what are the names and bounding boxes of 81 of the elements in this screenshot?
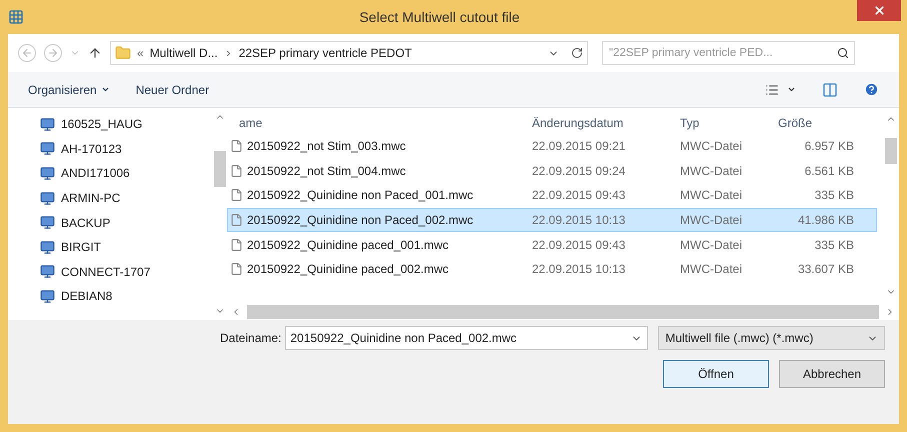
- size-cell-text: 335 KB: [814, 187, 854, 204]
- breadcrumb[interactable]: Multiwell D...: [150, 44, 218, 62]
- file-name: 20150922_Quinidine non Paced_001.mwc: [247, 187, 474, 204]
- size-cell-text: 335 KB: [814, 236, 854, 254]
- breadcrumb[interactable]: 22SEP primary ventricle PEDOT: [238, 44, 412, 62]
- size-cell-text: 41.986 KB: [796, 212, 854, 230]
- type-cell-text: MWC-Datei: [679, 261, 743, 278]
- file-icon: [230, 188, 243, 202]
- file-icon: [230, 238, 243, 252]
- nav-item[interactable]: BACKUP: [40, 210, 213, 235]
- type-cell-text: MWC-Datei: [679, 236, 743, 254]
- file-name: 20150922_not Stim_004.mwc: [247, 162, 406, 180]
- folder-icon: [115, 45, 131, 61]
- filetype-dropdown[interactable]: Multiwell file (.mwc) (*.mwc): [658, 326, 885, 350]
- date-cell-text: 22.09.2015 09:24: [531, 162, 626, 180]
- computer-icon: [40, 264, 55, 280]
- nav-item[interactable]: BIRGIT: [40, 234, 213, 260]
- column-header[interactable]: Größe: [770, 114, 861, 132]
- computer-icon: [40, 215, 55, 230]
- up-icon[interactable]: [88, 46, 102, 60]
- file-name: 20150922_Quinidine non Paced_002.mwc: [247, 212, 474, 230]
- file-icon: [230, 213, 243, 228]
- search-icon: [837, 47, 849, 59]
- file-icon: [230, 139, 243, 154]
- view-caret-icon[interactable]: [787, 85, 796, 94]
- computer-icon: [40, 166, 55, 181]
- date-cell-text: 22.09.2015 09:43: [531, 187, 626, 204]
- date-cell-text: 22.09.2015 10:13: [531, 212, 626, 230]
- app-icon: [8, 9, 24, 25]
- address-bar[interactable]: « Multiwell D... 22SEP primary ventricle PEDOT: [110, 41, 588, 65]
- close-button[interactable]: [857, 0, 901, 21]
- column-header[interactable]: Änderungsdatum: [527, 114, 670, 132]
- computer-icon: [40, 240, 55, 255]
- file-row[interactable]: 20150922_not Stim_003.mwc 22.09.2015 09:21 MWC-Datei 6.957 KB: [227, 134, 877, 159]
- computer-icon: [40, 141, 55, 156]
- size-cell-text: 6.561 KB: [804, 162, 854, 180]
- nav-item[interactable]: CONNECT-1707: [40, 260, 213, 284]
- column-header[interactable]: ame: [227, 114, 527, 132]
- type-cell-text: MWC-Datei: [679, 138, 743, 156]
- file-row[interactable]: 20150922_not Stim_004.mwc 22.09.2015 09:24 MWC-Datei 6.561 KB: [227, 158, 877, 184]
- help-icon[interactable]: [864, 82, 879, 97]
- breadcrumb-overflow[interactable]: «: [137, 44, 144, 62]
- new-folder-button[interactable]: Neuer Ordner: [136, 80, 210, 98]
- size-cell-text: 6.957 KB: [804, 138, 854, 156]
- caret-icon: [100, 85, 110, 94]
- file-row[interactable]: 20150922_Quinidine paced_001.mwc 22.09.2015 09:43 MWC-Datei 335 KB: [227, 232, 877, 257]
- filename-field[interactable]: 20150922_Quinidine non Paced_002.mwc: [285, 326, 648, 350]
- computer-icon: [40, 288, 55, 304]
- nav-item[interactable]: DEBIAN8: [40, 284, 213, 309]
- preview-pane-icon[interactable]: [822, 82, 838, 98]
- file-icon: [230, 262, 243, 276]
- refresh-icon[interactable]: [571, 47, 583, 59]
- nav-item[interactable]: ANDI171006: [40, 161, 213, 186]
- file-row[interactable]: 20150922_Quinidine non Paced_002.mwc 22.09.2015 10:13 MWC-Datei 41.986 KB: [227, 208, 877, 232]
- size-cell-text: 33.607 KB: [796, 261, 854, 278]
- file-name: 20150922_Quinidine paced_002.mwc: [247, 261, 448, 278]
- file-name: 20150922_Quinidine paced_001.mwc: [247, 236, 448, 254]
- window-title: Select Multiwell cutout file: [359, 8, 520, 26]
- date-cell-text: 22.09.2015 10:13: [531, 261, 626, 278]
- organize-menu[interactable]: Organisieren: [28, 80, 110, 98]
- file-row[interactable]: 20150922_Quinidine paced_002.mwc 22.09.2015 10:13 MWC-Datei 33.607 KB: [227, 256, 877, 282]
- dialog-button[interactable]: Öffnen: [663, 360, 769, 388]
- type-cell-text: MWC-Datei: [679, 212, 743, 230]
- computer-icon: [40, 190, 55, 206]
- date-cell-text: 22.09.2015 09:43: [531, 236, 626, 254]
- nav-item[interactable]: AH-170123: [40, 136, 213, 162]
- dialog-button[interactable]: Abbrechen: [779, 360, 885, 388]
- file-icon: [230, 164, 243, 178]
- nav-item[interactable]: ARMIN-PC: [40, 186, 213, 210]
- column-header[interactable]: Typ: [670, 114, 770, 132]
- computer-icon: [40, 116, 55, 132]
- type-cell-text: MWC-Datei: [679, 162, 743, 180]
- file-name: 20150922_not Stim_003.mwc: [247, 138, 406, 156]
- view-list-icon[interactable]: [765, 82, 779, 96]
- search-field[interactable]: "22SEP primary ventricle PED...: [602, 41, 855, 65]
- nav-item[interactable]: 160525_HAUG: [40, 112, 213, 137]
- date-cell-text: 22.09.2015 09:21: [531, 138, 626, 156]
- file-row[interactable]: 20150922_Quinidine non Paced_001.mwc 22.09.2015 09:43 MWC-Datei 335 KB: [227, 183, 877, 208]
- close-icon: [872, 4, 886, 17]
- type-cell-text: MWC-Datei: [679, 187, 743, 204]
- filename-label: Dateiname:: [220, 330, 282, 347]
